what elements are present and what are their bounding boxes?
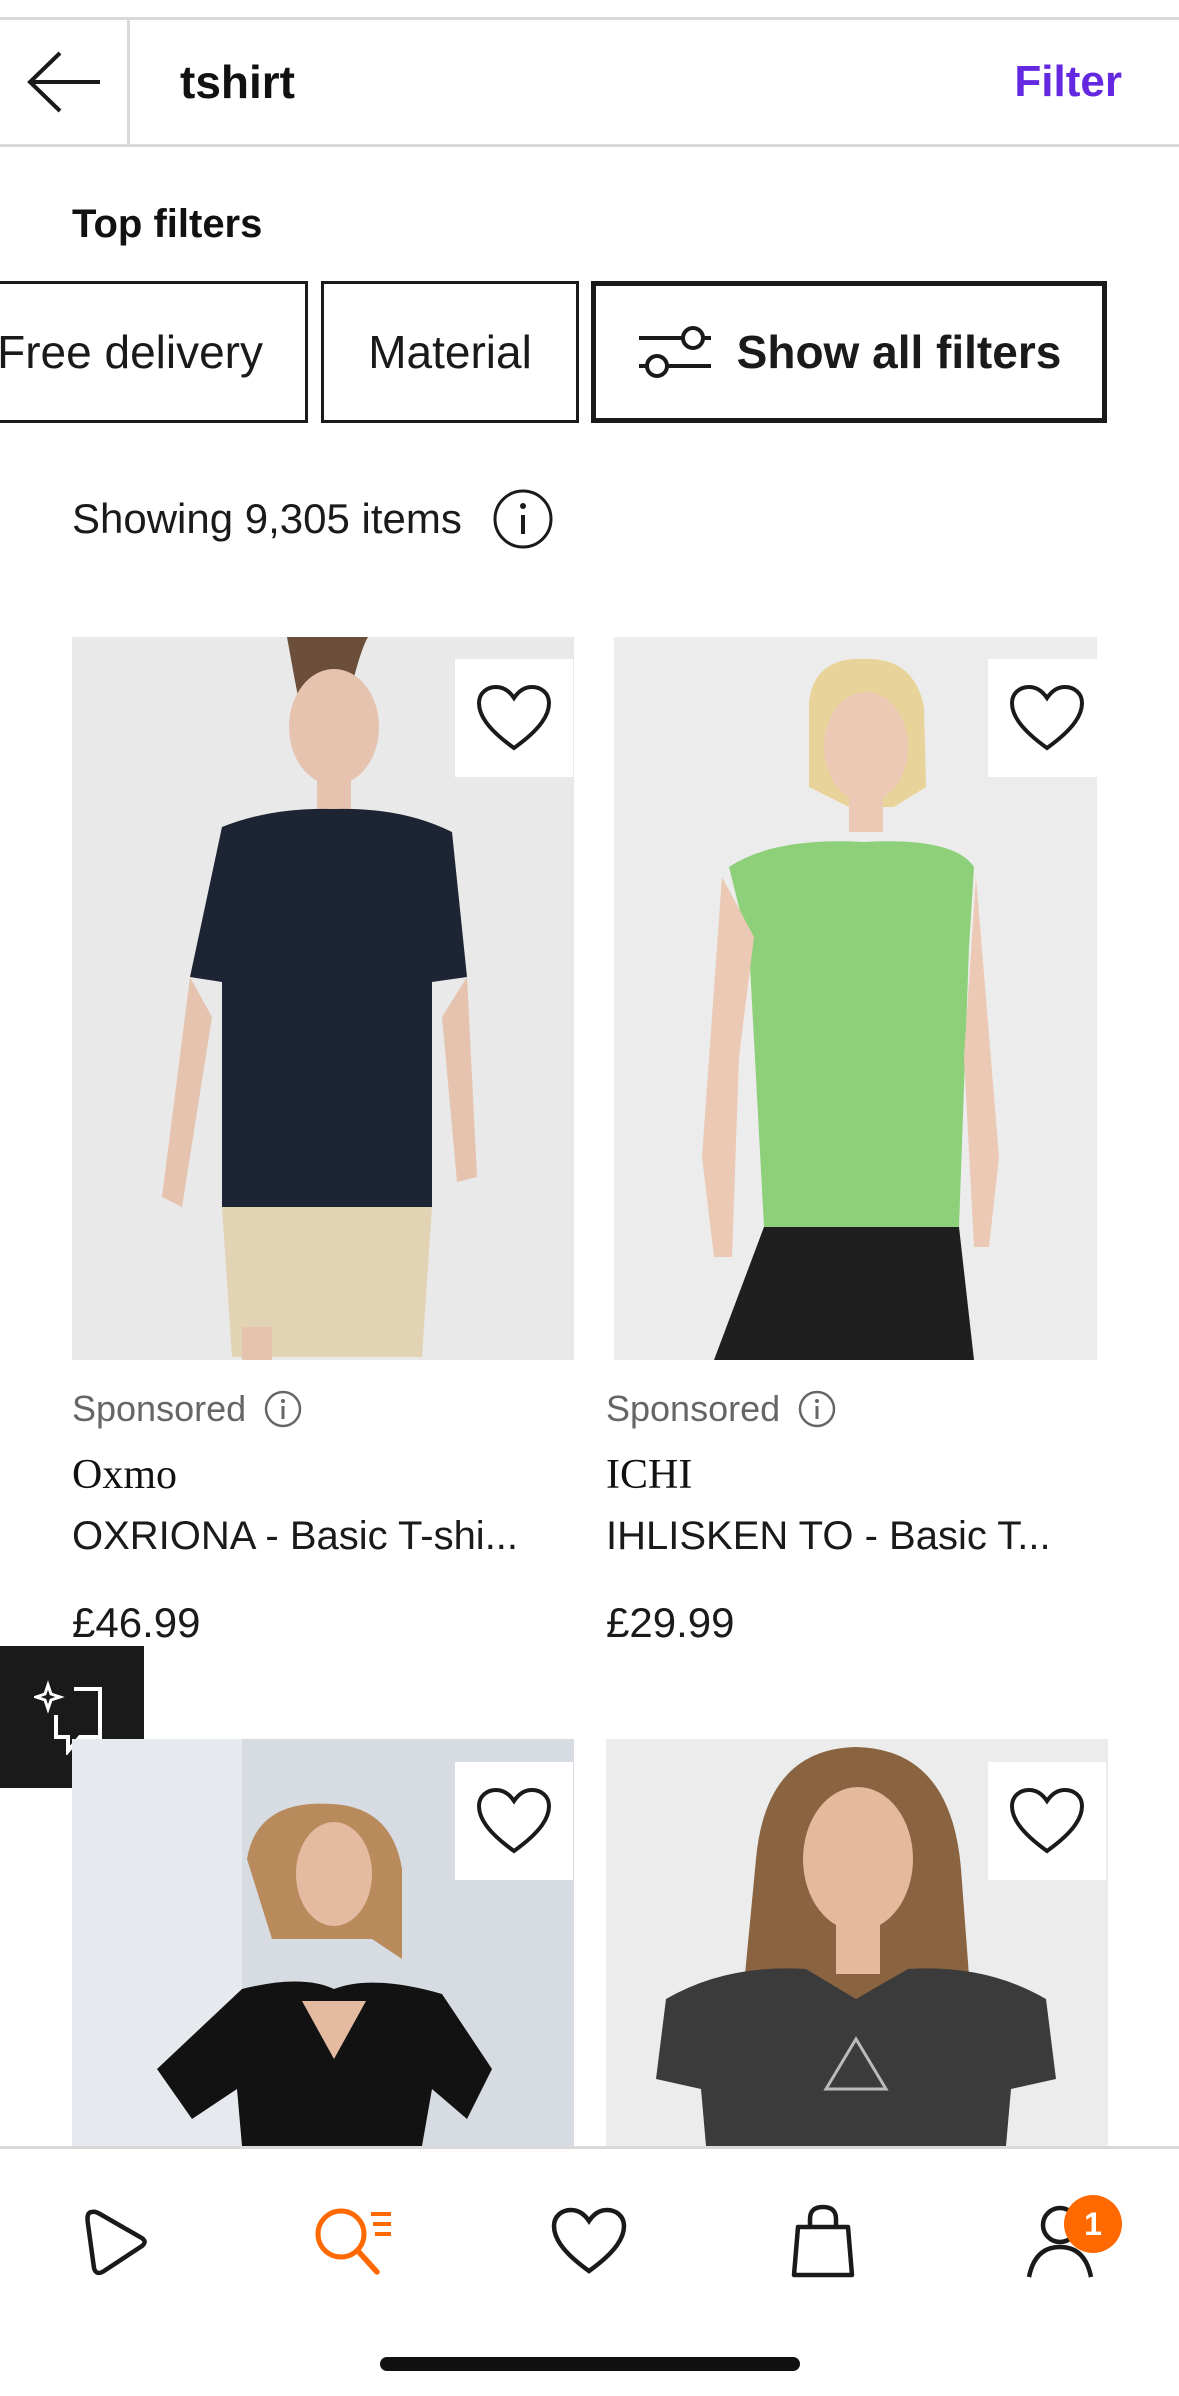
top-filters-heading: Top filters [72,202,263,246]
tab-wishlist[interactable] [539,2191,639,2291]
search-list-icon [315,2208,391,2275]
play-logo-icon [85,2209,147,2276]
heart-icon [476,684,552,751]
wishlist-button[interactable] [988,659,1106,777]
info-icon[interactable] [264,1390,302,1428]
filter-chip-material[interactable]: Material [321,281,579,423]
product-brand[interactable]: Oxmo [72,1451,177,1499]
results-count: Showing 9,305 items [72,488,554,550]
wishlist-button[interactable] [455,1762,573,1880]
tab-home[interactable] [65,2191,165,2291]
home-indicator[interactable] [380,2357,800,2371]
sliders-icon [638,326,711,378]
heart-icon [1009,684,1085,751]
product-brand[interactable]: ICHI [606,1451,692,1499]
chip-label: Material [368,326,532,378]
show-all-filters-button[interactable]: Show all filters [591,281,1107,423]
tab-bag[interactable] [773,2191,873,2291]
results-count-text: Showing 9,305 items [72,495,462,542]
sponsored-label: Sponsored [606,1387,836,1431]
tab-search[interactable] [303,2191,403,2291]
info-icon[interactable] [492,488,554,550]
sponsored-text: Sponsored [606,1388,781,1429]
wishlist-button[interactable] [455,659,573,777]
chip-label: Free delivery [0,326,263,378]
heart-icon [476,1787,552,1854]
shopping-bag-icon [791,2204,855,2278]
arrow-left-icon [26,51,100,113]
heart-icon [1009,1787,1085,1854]
search-input[interactable]: tshirt [180,20,295,144]
info-icon[interactable] [798,1390,836,1428]
notification-badge: 1 [1064,2195,1122,2253]
product-name[interactable]: OXRIONA - Basic T-shi... [72,1514,572,1559]
chip-label: Show all filters [736,326,1062,378]
back-button[interactable] [0,20,130,144]
heart-icon [551,2207,627,2274]
sponsored-text: Sponsored [72,1388,247,1429]
tab-account[interactable]: 1 [1010,2191,1122,2291]
sponsored-label: Sponsored [72,1387,302,1431]
product-price: £29.99 [606,1599,735,1646]
product-name[interactable]: IHLISKEN TO - Basic T... [606,1514,1106,1559]
filter-chip-free-delivery[interactable]: Free delivery [0,281,308,423]
search-bar: tshirt Filter [0,20,1179,147]
wishlist-button[interactable] [988,1762,1106,1880]
filter-button[interactable]: Filter [1014,20,1122,144]
product-price: £46.99 [72,1599,201,1646]
